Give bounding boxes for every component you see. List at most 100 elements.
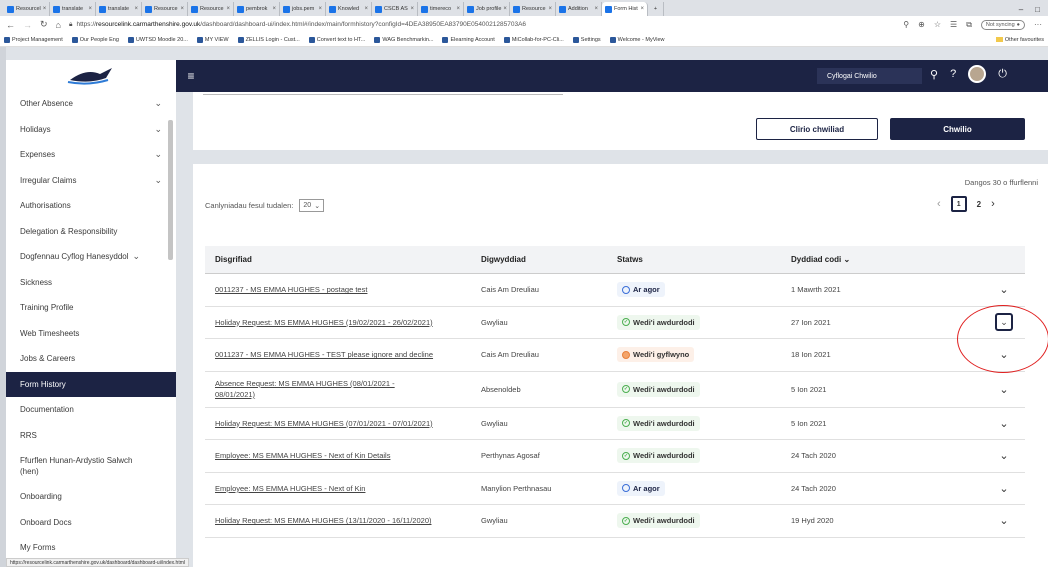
header-status[interactable]: Statws (609, 255, 783, 264)
new-tab-button[interactable]: + (648, 2, 664, 16)
browser-tab[interactable]: Resource × (142, 2, 188, 16)
sidebar-item[interactable]: Web Timesheets (6, 321, 176, 347)
sidebar-item[interactable]: Dogfennau Cyflog Hanesyddol ⌄ (6, 244, 176, 270)
chevron-down-icon[interactable]: ⌄ (154, 98, 162, 109)
chevron-down-icon[interactable]: ⌄ (133, 251, 141, 262)
header-description[interactable]: Disgrifiad (205, 255, 473, 264)
minimize-icon[interactable]: – (1019, 5, 1023, 14)
header-event[interactable]: Digwyddiad (473, 255, 609, 264)
other-favourites[interactable]: Other favourites (995, 37, 1044, 43)
sidebar-item[interactable]: My Forms (6, 535, 176, 561)
prev-page-icon[interactable]: ‹ (937, 198, 941, 210)
expand-row-chevron-icon[interactable]: ⌄ (999, 283, 1008, 296)
bookmark-item[interactable]: Settings (572, 36, 601, 43)
sidebar-item[interactable]: Onboarding (6, 484, 176, 510)
bookmark-item[interactable]: MiCollab-for-PC-Cli... (503, 36, 564, 43)
tab-close-icon[interactable]: × (134, 6, 138, 12)
browser-tab[interactable]: translate × (96, 2, 142, 16)
bookmark-item[interactable]: Convert text to HT... (308, 36, 365, 43)
search-button[interactable]: Chwilio (890, 118, 1025, 140)
form-link[interactable]: Holiday Request: MS EMMA HUGHES (19/02/2… (215, 318, 433, 327)
favourite-icon[interactable]: ☆ (934, 20, 941, 29)
expand-row-chevron-icon[interactable]: ⌄ (999, 514, 1008, 527)
sidebar-item[interactable]: Ffurflen Hunan-Ardystio Salwch (hen) (6, 448, 176, 484)
chevron-down-icon[interactable]: ⌄ (154, 124, 162, 135)
bookmark-item[interactable]: Elearning Account (442, 36, 495, 43)
bookmark-item[interactable]: Our People Eng (71, 36, 119, 43)
browser-tab[interactable]: Form Hist × (602, 2, 648, 16)
sidebar-scrollbar[interactable] (168, 120, 173, 260)
tab-close-icon[interactable]: × (640, 6, 644, 12)
sidebar-item[interactable]: Holidays ⌄ (6, 117, 176, 143)
avatar[interactable] (968, 65, 987, 83)
sidebar-item[interactable]: Other Absence ⌄ (6, 91, 176, 117)
key-icon[interactable]: ⚲ (903, 20, 909, 29)
form-link[interactable]: 0011237 - MS EMMA HUGHES - TEST please i… (215, 350, 433, 359)
expand-row-chevron-icon[interactable]: ⌄ (999, 417, 1008, 430)
clear-search-button[interactable]: Clirio chwiliad (756, 118, 878, 140)
form-link[interactable]: Employee: MS EMMA HUGHES - Next of Kin D… (215, 451, 390, 460)
tab-close-icon[interactable]: × (180, 6, 184, 12)
browser-tab[interactable]: Resourcel × (4, 2, 50, 16)
forward-icon[interactable]: → (23, 20, 32, 30)
zoom-icon[interactable]: ⊕ (918, 20, 925, 29)
tab-close-icon[interactable]: × (456, 6, 460, 12)
maximize-icon[interactable]: □ (1035, 5, 1040, 14)
power-icon[interactable]: ⏻ (998, 68, 1007, 81)
per-page-select[interactable]: 20 ⌄ (299, 199, 325, 212)
browser-tab[interactable]: pembrok × (234, 2, 280, 16)
form-link[interactable]: Absence Request: MS EMMA HUGHES (08/01/2… (215, 378, 415, 400)
browser-tab[interactable]: timereco × (418, 2, 464, 16)
form-link[interactable]: 0011237 - MS EMMA HUGHES - postage test (215, 285, 367, 294)
expand-row-chevron-icon[interactable]: ⌄ (999, 449, 1008, 462)
expand-row-chevron-icon[interactable]: ⌄ (999, 482, 1008, 495)
tab-close-icon[interactable]: × (272, 6, 276, 12)
sidebar-item[interactable]: RRS (6, 423, 176, 449)
browser-tab[interactable]: Resource × (188, 2, 234, 16)
chevron-down-icon[interactable]: ⌄ (154, 149, 162, 160)
help-icon[interactable]: ? (950, 68, 956, 80)
browser-tab[interactable]: Knowled × (326, 2, 372, 16)
sidebar-item[interactable]: Form History (6, 371, 176, 397)
sidebar-item[interactable]: Jobs & Careers (6, 346, 176, 372)
sidebar-item[interactable]: Training Profile (6, 295, 176, 321)
form-link[interactable]: Holiday Request: MS EMMA HUGHES (13/11/2… (215, 516, 432, 525)
bookmark-item[interactable]: ZELLIS Login - Cust... (237, 36, 300, 43)
expand-row-chevron-icon[interactable]: ⌄ (999, 383, 1008, 396)
tab-close-icon[interactable]: × (43, 6, 47, 12)
form-link[interactable]: Holiday Request: MS EMMA HUGHES (07/01/2… (215, 419, 433, 428)
bookmark-item[interactable]: Welcome - MyView (609, 36, 665, 43)
next-page-icon[interactable]: › (991, 198, 995, 210)
sidebar-item[interactable]: Documentation (6, 397, 176, 423)
browser-tab[interactable]: jobs.pem × (280, 2, 326, 16)
tab-close-icon[interactable]: × (410, 6, 414, 12)
sidebar-item[interactable]: Irregular Claims ⌄ (6, 168, 176, 194)
bookmark-item[interactable]: MY VIEW (196, 36, 229, 43)
sidebar-item[interactable]: Delegation & Responsibility (6, 219, 176, 245)
bookmark-item[interactable]: Project Management (4, 36, 63, 43)
bookmark-item[interactable]: WAG Benchmarkin... (374, 36, 433, 43)
home-icon[interactable]: ⌂ (56, 20, 61, 30)
collections-icon[interactable]: ⧉ (966, 20, 972, 30)
form-link[interactable]: Employee: MS EMMA HUGHES - Next of Kin (215, 484, 365, 493)
tab-close-icon[interactable]: × (88, 6, 92, 12)
browser-tab[interactable]: CSCB AS × (372, 2, 418, 16)
browser-tab[interactable]: Resource × (510, 2, 556, 16)
search-icon[interactable]: ⚲ (930, 68, 938, 81)
tab-close-icon[interactable]: × (594, 6, 598, 12)
page-2-button[interactable]: 2 (977, 200, 981, 209)
more-icon[interactable]: ··· (1034, 20, 1042, 29)
employee-search-input[interactable]: Cyflogai Chwilio (817, 68, 922, 84)
favourites-list-icon[interactable]: ☰ (950, 20, 957, 29)
page-1-button[interactable]: 1 (950, 196, 967, 212)
tab-close-icon[interactable]: × (364, 6, 368, 12)
hamburger-menu-icon[interactable]: ≡ (176, 69, 206, 83)
back-icon[interactable]: ← (6, 20, 15, 30)
sidebar-item[interactable]: Sickness (6, 270, 176, 296)
sidebar-item[interactable]: Onboard Docs (6, 510, 176, 536)
url-input[interactable]: 🔒︎ https://resourcelink.carmarthenshire.… (69, 18, 895, 31)
chevron-down-icon[interactable]: ⌄ (154, 175, 162, 186)
tab-close-icon[interactable]: × (548, 6, 552, 12)
tab-close-icon[interactable]: × (318, 6, 322, 12)
browser-tab[interactable]: Addition × (556, 2, 602, 16)
